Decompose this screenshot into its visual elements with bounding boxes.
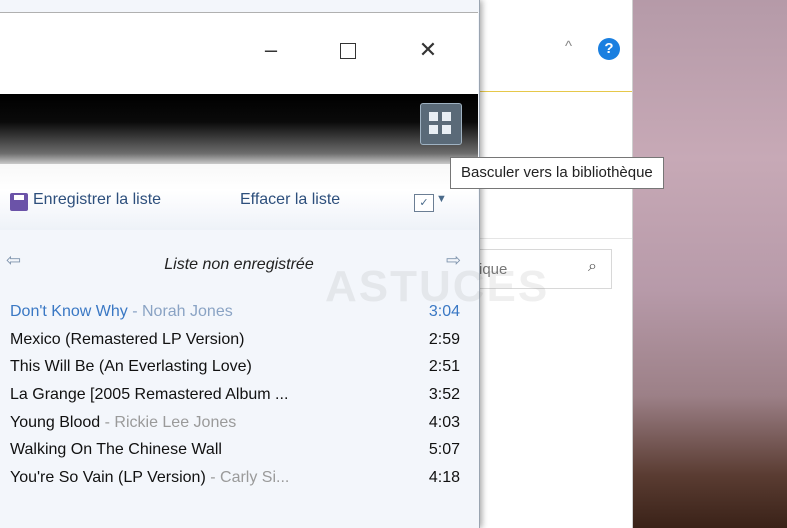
track-row[interactable]: Young Blood - Rickie Lee Jones 4:03: [0, 411, 478, 439]
clear-list-button[interactable]: Effacer la liste: [240, 191, 340, 209]
track-title: Mexico (Remastered LP Version): [10, 330, 245, 348]
list-options-icon[interactable]: ✓: [414, 194, 434, 212]
address-divider: [470, 238, 632, 239]
track-title: Young Blood: [10, 413, 101, 431]
chevron-down-icon[interactable]: ▼: [436, 193, 447, 205]
title-bar: – ✕: [0, 12, 478, 95]
track-duration: 4:18: [428, 469, 460, 487]
switch-to-library-button[interactable]: [420, 103, 462, 145]
track-title: Walking On The Chinese Wall: [10, 441, 222, 459]
player-header: [0, 94, 478, 164]
track-row[interactable]: La Grange [2005 Remastered Album ... 3:52: [0, 383, 478, 411]
track-title: La Grange [2005 Remastered Album ...: [10, 386, 289, 404]
watermark: ASTUCES: [325, 262, 550, 311]
collapse-ribbon-icon[interactable]: ^: [565, 38, 572, 55]
track-artist: - Carly Si...: [210, 469, 290, 487]
switch-tooltip: Basculer vers la bibliothèque: [450, 157, 664, 189]
track-row[interactable]: Mexico (Remastered LP Version) 2:59: [0, 328, 478, 356]
track-duration: 4:03: [428, 413, 460, 431]
track-artist: - Norah Jones: [132, 303, 233, 320]
search-icon: ⌕: [588, 258, 597, 275]
track-duration: 2:59: [428, 330, 460, 348]
track-duration: 2:51: [428, 358, 460, 376]
minimize-button[interactable]: –: [248, 35, 294, 65]
help-icon[interactable]: ?: [598, 38, 620, 60]
track-title: This Will Be (An Everlasting Love): [10, 358, 252, 376]
desktop-wallpaper: [632, 0, 787, 528]
track-duration: 5:07: [428, 441, 460, 459]
maximize-button[interactable]: [325, 35, 371, 65]
grid-icon: [429, 112, 438, 121]
save-list-button[interactable]: Enregistrer la liste: [33, 191, 161, 209]
track-row[interactable]: Walking On The Chinese Wall 5:07: [0, 438, 478, 466]
save-icon: [10, 193, 28, 211]
track-list: Don't Know Why - Norah Jones 3:04 Mexico (…: [0, 300, 478, 494]
track-row[interactable]: This Will Be (An Everlasting Love) 2:51: [0, 355, 478, 383]
track-duration: 3:52: [428, 386, 460, 404]
track-row[interactable]: You're So Vain (LP Version) - Carly Si..…: [0, 466, 478, 494]
track-artist: - Rickie Lee Jones: [104, 413, 237, 431]
track-title: You're So Vain (LP Version): [10, 469, 206, 487]
track-title: Don't Know Why: [10, 303, 128, 320]
close-button[interactable]: ✕: [405, 35, 451, 65]
